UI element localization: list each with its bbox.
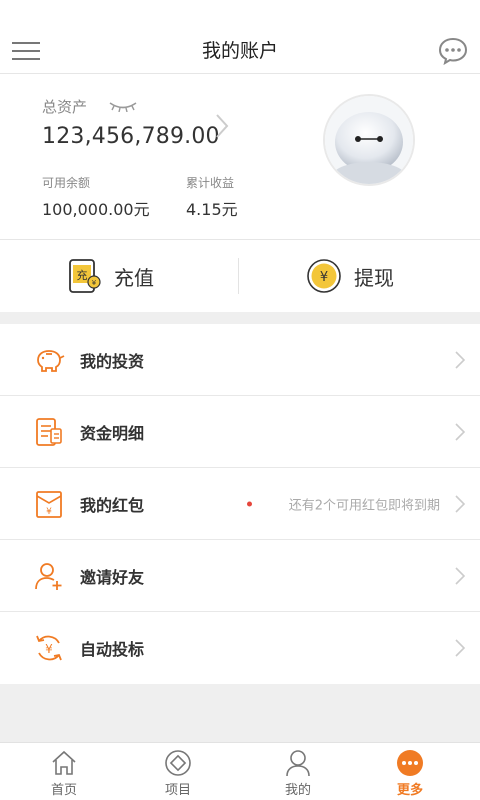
svg-text:¥: ¥ — [46, 507, 52, 517]
svg-text:充: 充 — [77, 268, 88, 282]
menu-item-my-investment[interactable]: 我的投资 — [0, 324, 480, 396]
recharge-button[interactable]: 充 ¥ 充值 — [66, 240, 154, 312]
chevron-right-icon — [455, 350, 466, 369]
robot-avatar-icon — [325, 96, 413, 184]
tab-label: 首页 — [50, 783, 77, 798]
tab-label: 项目 — [164, 783, 191, 798]
tab-mine[interactable]: 我的 — [238, 743, 358, 800]
menu-item-label: 资金明细 — [80, 423, 145, 443]
home-icon — [52, 750, 76, 775]
project-icon — [165, 750, 191, 776]
tab-projects[interactable]: 项目 — [118, 743, 238, 800]
bottom-tab-bar: 首页 项目 我的 更多 — [0, 742, 480, 800]
add-friend-icon — [35, 562, 62, 590]
account-menu-list: 我的投资 资金明细 ¥ 我的红包 还有2个可用红包即将到期 邀请好友 ¥ 自动投… — [0, 324, 480, 684]
auto-bid-icon: ¥ — [36, 635, 62, 661]
notification-dot — [247, 501, 252, 506]
menu-item-invite-friends[interactable]: 邀请好友 — [0, 540, 480, 612]
menu-item-red-envelope[interactable]: ¥ 我的红包 还有2个可用红包即将到期 — [0, 468, 480, 540]
svg-text:¥: ¥ — [45, 642, 53, 656]
recharge-label: 充值 — [114, 265, 154, 290]
svg-text:¥: ¥ — [92, 279, 97, 287]
total-assets-label: 总资产 — [42, 98, 88, 116]
coin-icon: ¥ — [307, 259, 341, 293]
avatar[interactable] — [323, 94, 415, 186]
withdraw-button[interactable]: ¥ 提现 — [306, 240, 394, 312]
chevron-right-icon — [455, 566, 466, 585]
fund-actions-bar: 充 ¥ 充值 ¥ 提现 — [0, 240, 480, 312]
recharge-phone-icon: 充 ¥ — [69, 259, 101, 293]
divider — [238, 258, 239, 294]
svg-text:¥: ¥ — [320, 270, 328, 285]
expiring-red-envelope-note: 还有2个可用红包即将到期 — [288, 498, 440, 513]
menu-item-auto-bid[interactable]: ¥ 自动投标 — [0, 612, 480, 684]
withdraw-label: 提现 — [354, 265, 394, 290]
page-title: 我的账户 — [201, 40, 278, 62]
tab-home[interactable]: 首页 — [4, 743, 124, 800]
chevron-right-icon — [455, 422, 466, 441]
total-earnings-value: 4.15元 — [186, 200, 238, 219]
menu-item-label: 邀请好友 — [80, 567, 145, 587]
menu-item-label: 我的红包 — [80, 495, 145, 515]
chevron-right-icon — [455, 494, 466, 513]
piggy-bank-icon — [37, 349, 65, 372]
hide-balance-eye-icon[interactable] — [108, 100, 138, 112]
asset-summary-panel: 总资产 123,456,789.00 可用余额 100,000.00元 累计收益… — [0, 74, 480, 240]
user-icon — [286, 750, 310, 777]
chevron-right-icon[interactable] — [212, 112, 232, 140]
menu-item-label: 我的投资 — [80, 351, 145, 371]
ledger-document-icon — [36, 417, 62, 446]
available-balance-value: 100,000.00元 — [42, 200, 150, 219]
total-assets-value: 123,456,789.00 — [42, 124, 220, 149]
available-balance-label: 可用余额 — [42, 176, 91, 190]
tab-label: 更多 — [396, 783, 423, 798]
menu-item-fund-details[interactable]: 资金明细 — [0, 396, 480, 468]
menu-item-label: 自动投标 — [80, 640, 145, 659]
header-bar: 我的账户 — [0, 0, 480, 74]
chevron-right-icon — [455, 639, 466, 657]
total-earnings-label: 累计收益 — [186, 176, 235, 190]
tab-label: 我的 — [284, 783, 311, 798]
chat-bubble-icon[interactable] — [438, 37, 468, 65]
red-envelope-icon: ¥ — [36, 490, 62, 518]
more-icon — [397, 750, 423, 776]
tab-more[interactable]: 更多 — [350, 743, 470, 800]
